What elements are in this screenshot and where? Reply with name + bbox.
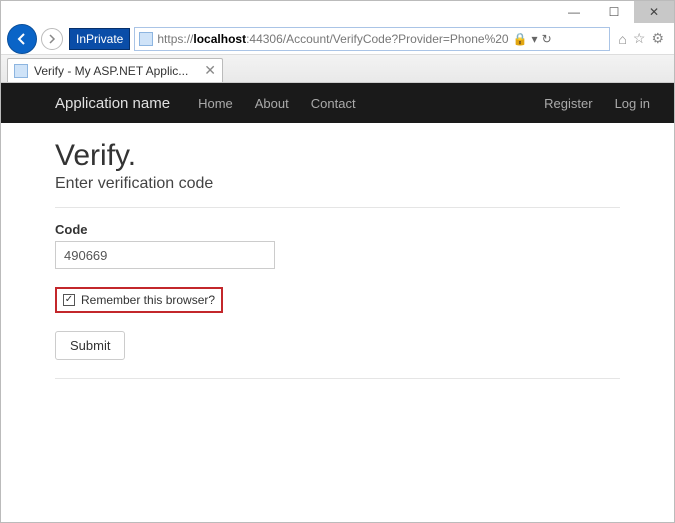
divider-bottom xyxy=(55,378,620,379)
window-controls: — ☐ ✕ xyxy=(1,1,674,23)
back-button[interactable] xyxy=(7,24,37,54)
submit-button[interactable]: Submit xyxy=(55,331,125,360)
inprivate-badge: InPrivate xyxy=(69,28,130,50)
page-icon xyxy=(139,32,153,46)
window-maximize-button[interactable]: ☐ xyxy=(594,1,634,23)
divider xyxy=(55,207,620,208)
browser-tab[interactable]: Verify - My ASP.NET Applic... ✕ xyxy=(7,58,223,82)
page-content: Application name Home About Contact Regi… xyxy=(1,83,674,409)
window-close-button[interactable]: ✕ xyxy=(634,1,674,23)
remember-browser-checkbox-row[interactable]: ✓ Remember this browser? xyxy=(55,287,223,313)
remember-browser-label: Remember this browser? xyxy=(81,293,215,307)
nav-about[interactable]: About xyxy=(255,96,289,111)
lock-icon: 🔒 xyxy=(513,32,528,46)
arrow-right-icon xyxy=(47,34,57,44)
forward-button[interactable] xyxy=(41,28,63,50)
url-text: https://localhost:44306/Account/VerifyCo… xyxy=(157,32,508,46)
tab-favicon-icon xyxy=(14,64,28,78)
settings-icon[interactable]: ⚙ xyxy=(651,30,664,47)
url-input[interactable]: https://localhost:44306/Account/VerifyCo… xyxy=(134,27,610,51)
page-subtitle: Enter verification code xyxy=(55,175,620,193)
window-minimize-button[interactable]: — xyxy=(554,1,594,23)
tab-title: Verify - My ASP.NET Applic... xyxy=(34,64,198,78)
browser-toolbar-icons: ⌂ ☆ ⚙ xyxy=(614,30,668,47)
checkbox-icon[interactable]: ✓ xyxy=(63,294,75,306)
tab-strip: Verify - My ASP.NET Applic... ✕ xyxy=(1,55,674,83)
nav-login[interactable]: Log in xyxy=(615,96,650,111)
nav-home[interactable]: Home xyxy=(198,96,233,111)
home-icon[interactable]: ⌂ xyxy=(618,31,626,47)
site-navbar: Application name Home About Contact Regi… xyxy=(1,83,674,123)
url-dropdown-icon[interactable]: ▾ xyxy=(532,32,538,46)
favorites-icon[interactable]: ☆ xyxy=(633,30,646,47)
code-label: Code xyxy=(55,222,620,237)
address-bar: InPrivate https://localhost:44306/Accoun… xyxy=(1,23,674,55)
page-title: Verify. xyxy=(55,139,620,173)
nav-register[interactable]: Register xyxy=(544,96,592,111)
arrow-left-icon xyxy=(14,31,30,47)
nav-contact[interactable]: Contact xyxy=(311,96,356,111)
refresh-icon[interactable]: ↻ xyxy=(542,32,552,46)
brand-link[interactable]: Application name xyxy=(55,95,170,112)
code-input[interactable]: 490669 xyxy=(55,241,275,269)
main-container: Verify. Enter verification code Code 490… xyxy=(1,123,674,409)
tab-close-button[interactable]: ✕ xyxy=(204,62,216,79)
